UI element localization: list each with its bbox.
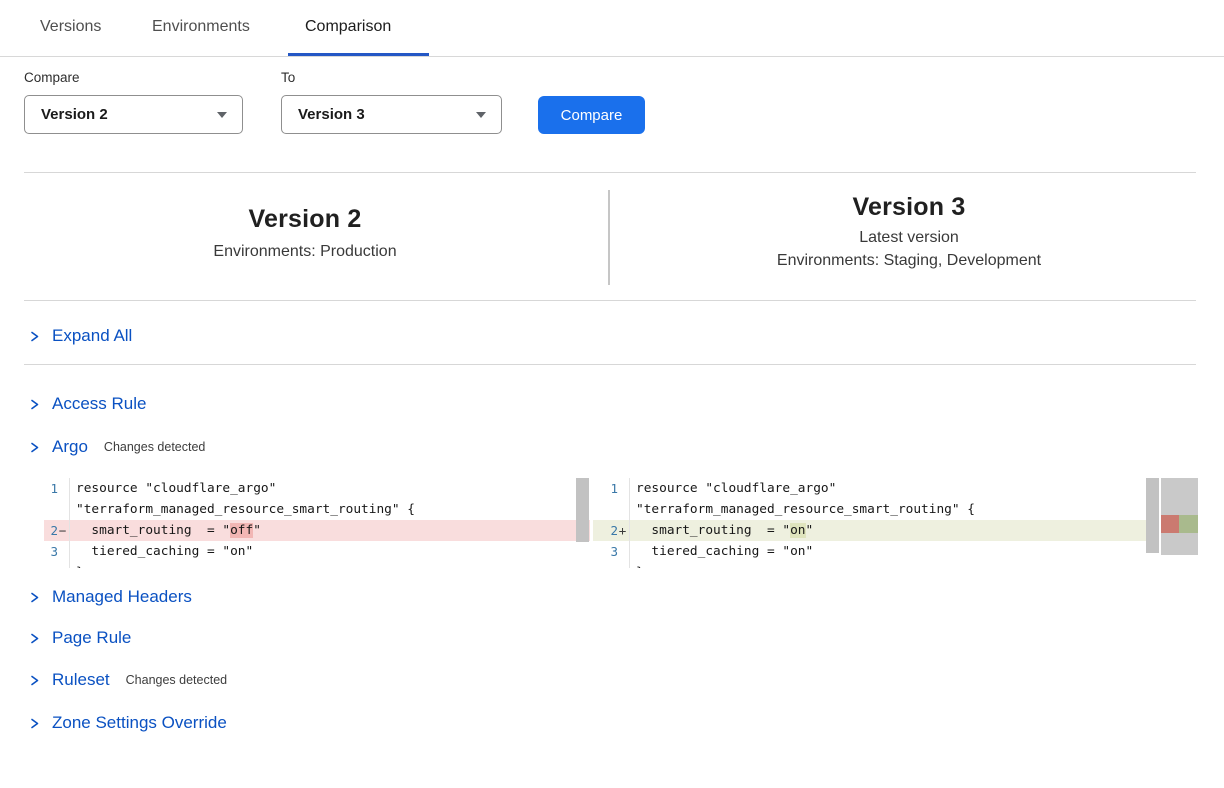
left-version-environments: Environments: Production: [24, 243, 586, 261]
divider: [24, 172, 1196, 173]
code-text: "terraform_managed_resource_smart_routin…: [70, 502, 415, 517]
section-label: Zone Settings Override: [52, 713, 227, 733]
code-text: ": [806, 523, 814, 538]
compare-version-value: Version 2: [41, 106, 108, 123]
diff-minimap[interactable]: [1161, 478, 1198, 555]
section-access-rule[interactable]: Access Rule: [28, 392, 146, 416]
code-text: ": [253, 523, 261, 538]
added-word: on: [790, 523, 805, 538]
section-page-rule[interactable]: Page Rule: [28, 626, 131, 650]
code-text: tiered_caching = "on": [70, 544, 253, 559]
version-header-divider: [608, 190, 610, 285]
chevron-right-icon: [28, 591, 40, 604]
code-text: }: [70, 565, 84, 568]
compare-button[interactable]: Compare: [538, 96, 645, 134]
minimap-removed-marker: [1161, 515, 1179, 533]
right-version-title: Version 3: [622, 193, 1196, 222]
section-ruleset[interactable]: Ruleset Changes detected: [28, 668, 227, 692]
right-version-latest: Latest version: [622, 229, 1196, 247]
chevron-right-icon: [28, 398, 40, 411]
diff-sign: +: [618, 523, 627, 538]
expand-all-label: Expand All: [52, 326, 132, 346]
left-version-title: Version 2: [24, 205, 586, 234]
version-header-left: Version 2 Environments: Production: [24, 205, 586, 261]
changes-detected-badge: Changes detected: [104, 440, 205, 454]
expand-all-button[interactable]: Expand All: [28, 324, 132, 348]
section-label: Ruleset: [52, 670, 110, 690]
code-text: smart_routing = ": [636, 523, 790, 538]
code-text: resource "cloudflare_argo": [70, 481, 276, 496]
caret-down-icon: [217, 112, 227, 118]
section-label: Argo: [52, 437, 88, 457]
left-pane-scrollbar[interactable]: [576, 478, 589, 542]
section-label: Managed Headers: [52, 587, 192, 607]
code-text: }: [630, 565, 644, 568]
code-text: "terraform_managed_resource_smart_routin…: [630, 502, 975, 517]
line-number: 2: [610, 523, 618, 538]
code-line: 3 tiered_caching = "on": [44, 541, 590, 562]
line-number: 2: [50, 523, 58, 538]
tab-versions[interactable]: Versions: [40, 18, 101, 36]
diff-sign: −: [58, 523, 67, 538]
comparison-page: Versions Environments Comparison Compare…: [0, 0, 1224, 788]
code-line-added: 2+ smart_routing = "on": [593, 520, 1146, 541]
section-label: Page Rule: [52, 628, 131, 648]
removed-word: off: [230, 523, 253, 538]
tab-comparison[interactable]: Comparison: [305, 18, 391, 36]
tab-environments[interactable]: Environments: [152, 18, 250, 36]
to-label: To: [281, 70, 295, 85]
section-zone-settings-override[interactable]: Zone Settings Override: [28, 711, 227, 735]
right-pane-scrollbar[interactable]: [1146, 478, 1159, 553]
code-line: "terraform_managed_resource_smart_routin…: [593, 499, 1146, 520]
chevron-right-icon: [28, 330, 40, 343]
chevron-right-icon: [28, 717, 40, 730]
divider: [24, 364, 1196, 365]
code-line: "terraform_managed_resource_smart_routin…: [44, 499, 590, 520]
compare-version-select[interactable]: Version 2: [24, 95, 243, 134]
caret-down-icon: [476, 112, 486, 118]
to-version-value: Version 3: [298, 106, 365, 123]
code-line: 1 resource "cloudflare_argo": [44, 478, 590, 499]
right-version-environments: Environments: Staging, Development: [622, 252, 1196, 270]
code-line: 3 tiered_caching = "on": [593, 541, 1146, 562]
changes-detected-badge: Changes detected: [126, 673, 227, 687]
chevron-right-icon: [28, 441, 40, 454]
code-line: 1 resource "cloudflare_argo": [593, 478, 1146, 499]
diff-pane-right[interactable]: 1 resource "cloudflare_argo" "terraform_…: [593, 478, 1146, 568]
code-line: }: [44, 562, 590, 568]
compare-label: Compare: [24, 70, 80, 85]
chevron-right-icon: [28, 674, 40, 687]
section-managed-headers[interactable]: Managed Headers: [28, 585, 192, 609]
line-number: 3: [610, 544, 618, 559]
code-line-removed: 2− smart_routing = "off": [44, 520, 590, 541]
diff-pane-left[interactable]: 1 resource "cloudflare_argo" "terraform_…: [44, 478, 590, 568]
line-number: 1: [610, 481, 618, 496]
code-line: }: [593, 562, 1146, 568]
line-number: 1: [50, 481, 58, 496]
tab-bar-divider: [0, 56, 1224, 57]
code-text: resource "cloudflare_argo": [630, 481, 836, 496]
code-text: tiered_caching = "on": [630, 544, 813, 559]
minimap-added-marker: [1179, 515, 1198, 533]
divider: [24, 300, 1196, 301]
section-argo[interactable]: Argo Changes detected: [28, 435, 205, 459]
to-version-select[interactable]: Version 3: [281, 95, 502, 134]
code-text: smart_routing = ": [76, 523, 230, 538]
line-number: 3: [50, 544, 58, 559]
chevron-right-icon: [28, 632, 40, 645]
section-label: Access Rule: [52, 394, 146, 414]
version-header-right: Version 3 Latest version Environments: S…: [622, 193, 1196, 270]
